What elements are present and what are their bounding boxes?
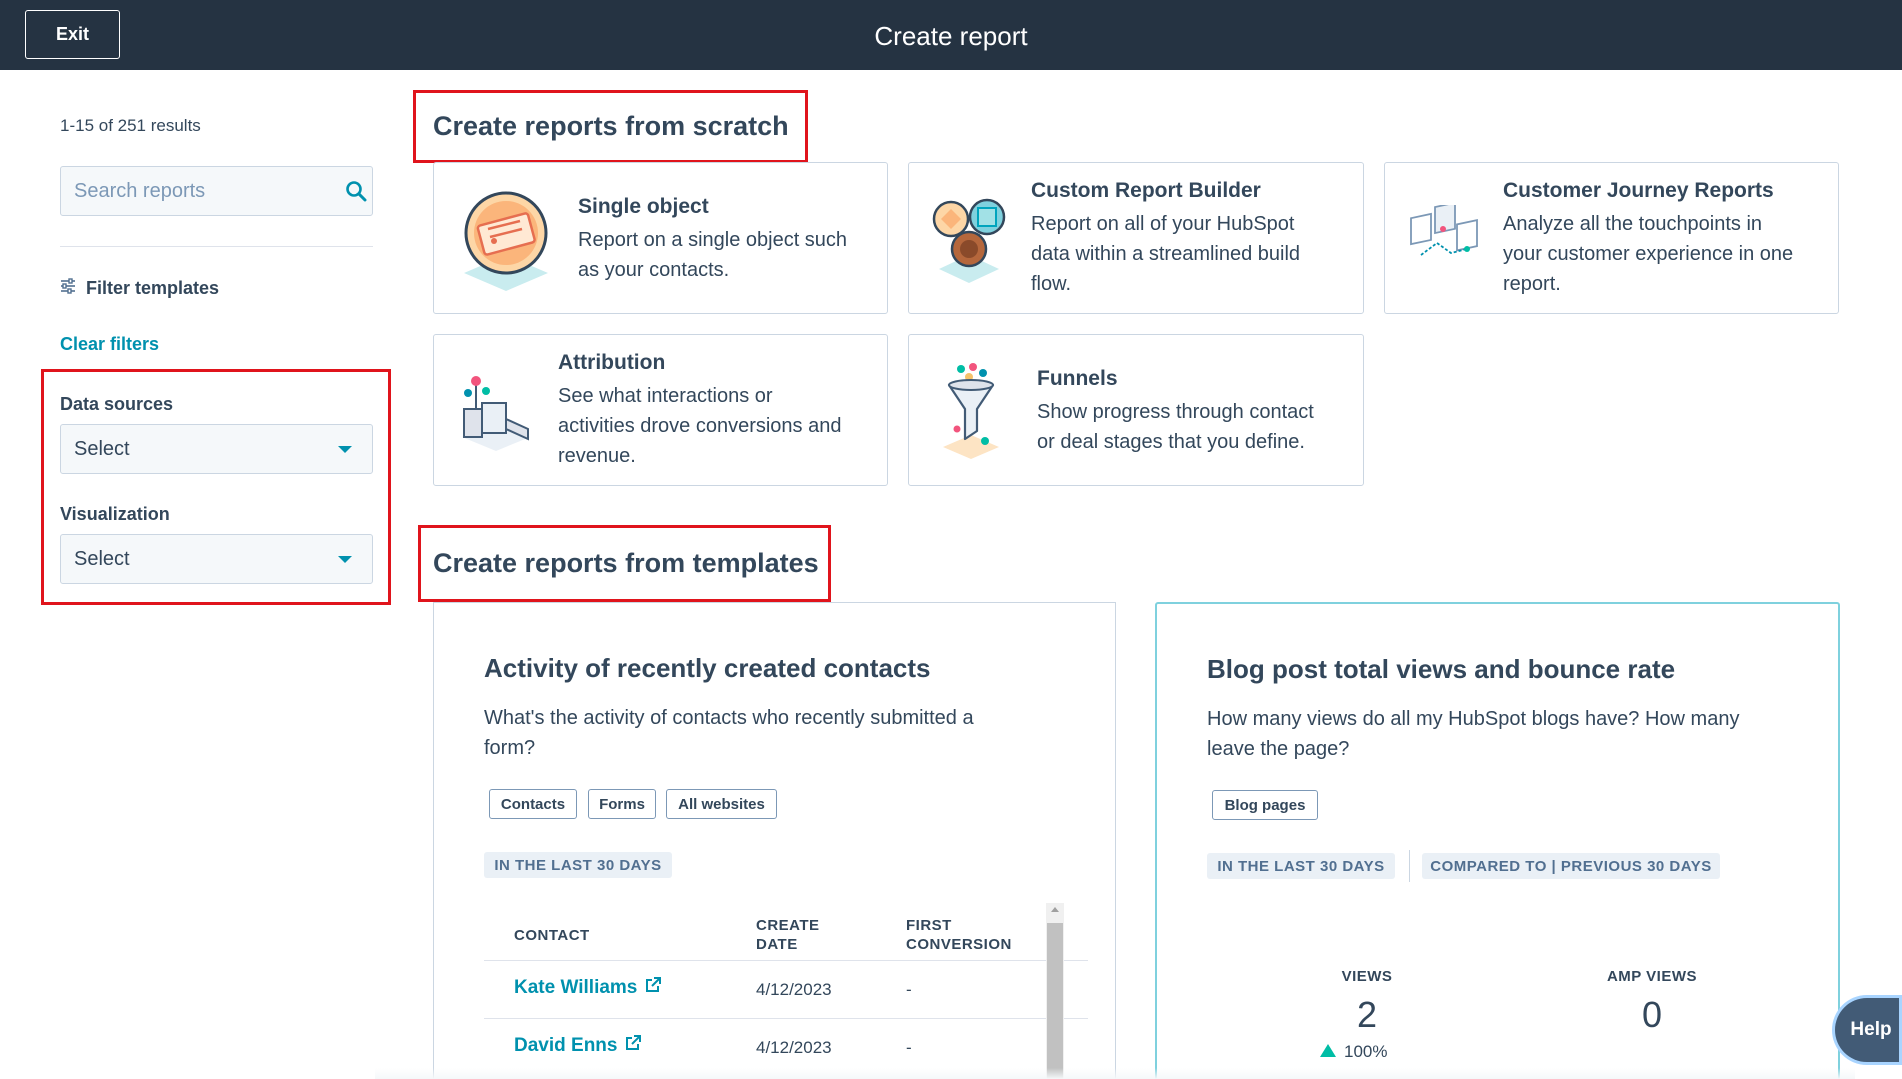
kpi-label-views: VIEWS xyxy=(1341,968,1393,985)
table-cell-create-date: 4/12/2023 xyxy=(756,980,832,999)
search-input[interactable] xyxy=(61,167,339,215)
funnel-icon xyxy=(939,361,1003,466)
date-range-chip: IN THE LAST 30 DAYS xyxy=(484,852,672,878)
template-card-contacts-activity[interactable]: Activity of recently created contacts Wh… xyxy=(433,602,1116,1079)
template-description: What's the activity of contacts who rece… xyxy=(484,707,974,759)
data-sources-value: Select xyxy=(74,437,130,460)
card-description: Analyze all the touchpoints in your cust… xyxy=(1503,213,1794,295)
sidebar-divider xyxy=(60,246,373,247)
table-divider xyxy=(484,1018,1088,1019)
template-description: How many views do all my HubSpot blogs h… xyxy=(1207,708,1740,760)
card-title: Custom Report Builder xyxy=(1031,179,1261,202)
single-object-icon xyxy=(458,185,554,298)
comparison-chip: COMPARED TO | PREVIOUS 30 DAYS xyxy=(1422,853,1720,879)
results-count: 1-15 of 251 results xyxy=(60,116,201,135)
exit-button[interactable]: Exit xyxy=(25,10,120,59)
table-cell-create-date: 4/12/2023 xyxy=(756,1038,832,1057)
template-card-blog-views[interactable]: Blog post total views and bounce rate Ho… xyxy=(1155,602,1840,1079)
page-title: Create report xyxy=(874,21,1028,51)
template-title: Blog post total views and bounce rate xyxy=(1207,654,1676,684)
filter-templates[interactable]: Filter templates xyxy=(60,278,219,299)
top-bar: Exit Create report xyxy=(0,0,1902,70)
visualization-select[interactable]: Select xyxy=(60,534,373,584)
chip-separator xyxy=(1409,850,1410,882)
template-title: Activity of recently created contacts xyxy=(484,653,931,683)
card-description: Report on a single object such as your c… xyxy=(578,229,848,281)
visualization-value: Select xyxy=(74,547,130,570)
card-title: Funnels xyxy=(1037,367,1118,390)
external-link-icon xyxy=(625,1035,642,1057)
single-object-card[interactable]: Single object Report on a single object … xyxy=(433,162,888,314)
chevron-down-icon xyxy=(338,555,352,563)
tag-blog-pages: Blog pages xyxy=(1212,790,1318,820)
table-cell-first-conversion: - xyxy=(906,1038,912,1057)
column-header-create-date: CREATE DATE xyxy=(756,917,820,953)
card-description: See what interactions or activities drov… xyxy=(558,385,842,467)
column-header-contact: CONTACT xyxy=(514,927,590,944)
custom-report-builder-card[interactable]: Custom Report Builder Report on all of y… xyxy=(908,162,1364,314)
card-description: Show progress through contact or deal st… xyxy=(1037,401,1314,453)
attribution-card[interactable]: Attribution See what interactions or act… xyxy=(433,334,888,486)
customer-journey-icon xyxy=(1407,201,1483,280)
search-box xyxy=(60,166,373,216)
card-title: Customer Journey Reports xyxy=(1503,179,1774,202)
table-row-contact-link[interactable]: David Enns xyxy=(514,1035,642,1057)
external-link-icon xyxy=(645,977,662,999)
table-cell-first-conversion: - xyxy=(906,980,912,999)
kpi-change-views: 100% xyxy=(1320,1042,1387,1062)
kpi-value-views: 2 xyxy=(1356,994,1378,1035)
kpi-value-amp-views: 0 xyxy=(1641,994,1663,1035)
funnels-card[interactable]: Funnels Show progress through contact or… xyxy=(908,334,1364,486)
scratch-heading: Create reports from scratch xyxy=(433,111,789,141)
help-button[interactable]: Help xyxy=(1835,998,1899,1062)
customer-journey-card[interactable]: Customer Journey Reports Analyze all the… xyxy=(1384,162,1839,314)
data-sources-select[interactable]: Select xyxy=(60,424,373,474)
column-header-first-conversion: FIRST CONVERSION xyxy=(906,917,1012,953)
date-range-chip: IN THE LAST 30 DAYS xyxy=(1207,853,1395,879)
trend-up-icon xyxy=(1320,1042,1336,1062)
table-divider xyxy=(484,960,1088,961)
scrollbar-thumb[interactable] xyxy=(1047,923,1063,1079)
filter-sliders-icon xyxy=(60,278,76,299)
attribution-icon xyxy=(456,373,532,458)
clear-filters-link[interactable]: Clear filters xyxy=(60,334,159,355)
card-title: Single object xyxy=(578,195,709,218)
kpi-label-amp-views: AMP VIEWS xyxy=(1606,968,1698,985)
visualization-label: Visualization xyxy=(60,504,170,524)
card-title: Attribution xyxy=(558,351,666,374)
search-icon[interactable] xyxy=(339,166,372,216)
table-row-contact-link[interactable]: Kate Williams xyxy=(514,977,662,999)
custom-report-builder-icon xyxy=(931,197,1011,292)
card-description: Report on all of your HubSpot data withi… xyxy=(1031,213,1301,295)
tag-contacts: Contacts xyxy=(489,789,577,819)
data-sources-label: Data sources xyxy=(60,394,174,414)
chevron-down-icon xyxy=(338,445,352,453)
tag-forms: Forms xyxy=(588,789,656,819)
filter-templates-label: Filter templates xyxy=(86,278,220,298)
templates-heading: Create reports from templates xyxy=(433,548,819,578)
tag-all-websites: All websites xyxy=(666,789,777,819)
scroll-up-icon[interactable] xyxy=(1046,903,1064,917)
